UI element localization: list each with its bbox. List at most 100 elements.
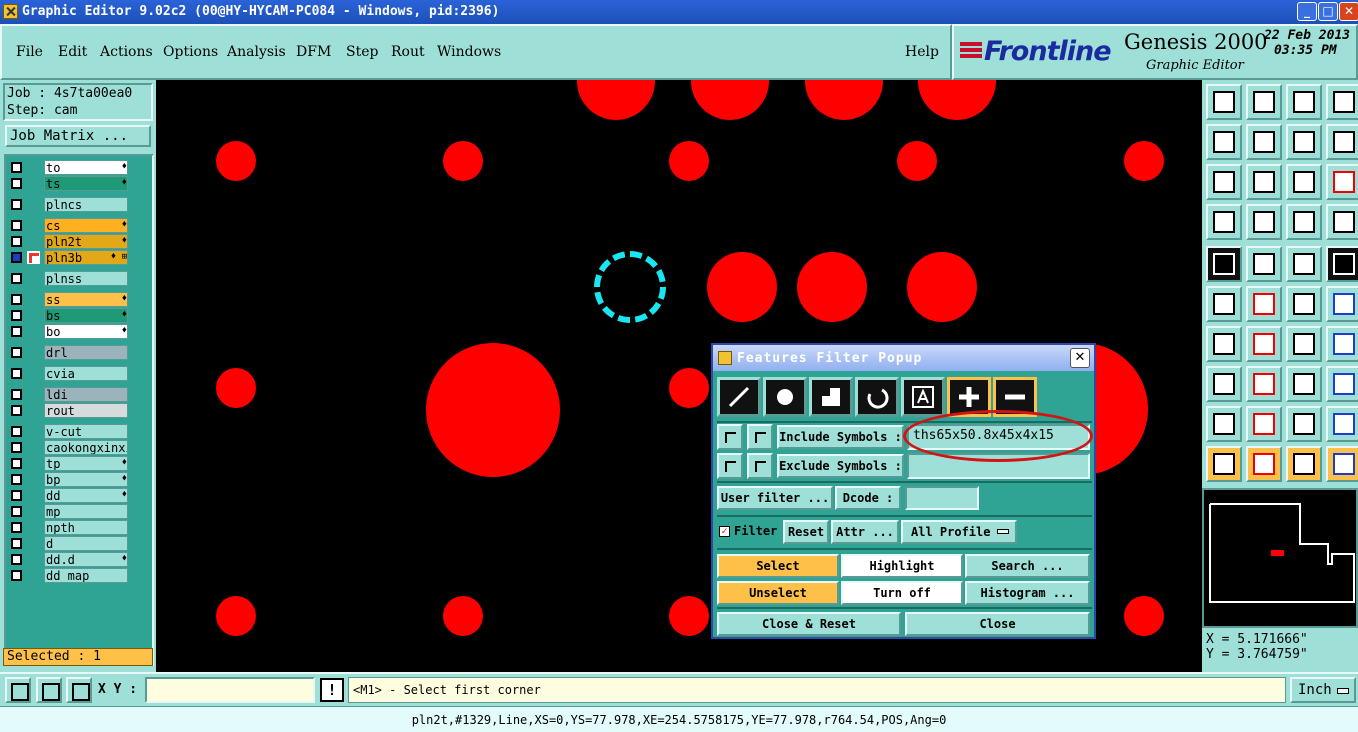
peak-blue-icon[interactable] [1286, 406, 1322, 442]
shapes-icon[interactable] [1326, 366, 1358, 402]
histogram-button[interactable]: Histogram ... [965, 581, 1090, 605]
highlight-button[interactable]: Highlight [841, 554, 963, 578]
right-icon[interactable] [1246, 124, 1282, 160]
arc-icon[interactable] [855, 377, 899, 417]
measure-icon[interactable] [36, 677, 62, 703]
close-button[interactable]: Close [905, 612, 1090, 636]
filter-checkbox-icon[interactable]: ✓ [719, 526, 730, 537]
layer-checkbox[interactable] [11, 389, 22, 400]
layer-checkbox[interactable] [11, 554, 22, 565]
center-icon[interactable] [1246, 164, 1282, 200]
layer-checkbox[interactable] [11, 294, 22, 305]
minimize-button[interactable]: _ [1297, 2, 1317, 21]
maximize-button[interactable]: □ [1318, 2, 1338, 21]
distribute-icon[interactable] [1326, 326, 1358, 362]
layer-row[interactable]: ldi [8, 387, 130, 402]
scale-icon[interactable] [1286, 164, 1322, 200]
layer-name[interactable]: mp [44, 504, 128, 519]
layer-name[interactable]: cvia [44, 366, 128, 381]
layer-row[interactable]: bp ♦ [8, 472, 130, 487]
include-list-arrow-icon[interactable] [747, 424, 773, 450]
menu-windows[interactable]: Windows [437, 44, 501, 60]
query-icon[interactable] [1326, 164, 1358, 200]
alert-button[interactable]: ! [320, 678, 344, 702]
grid-icon[interactable] [1246, 204, 1282, 240]
pan-icon[interactable] [1326, 446, 1358, 482]
layer-name[interactable]: rout [44, 403, 128, 418]
measure-icon[interactable] [1286, 366, 1322, 402]
layer-row[interactable]: ss ♦ [8, 292, 130, 307]
layer-checkbox[interactable] [11, 220, 22, 231]
pointer-red-icon[interactable] [1246, 446, 1282, 482]
menu-step[interactable]: Step [346, 44, 378, 60]
layer-name[interactable]: pln2t [44, 234, 128, 249]
layer-checkbox[interactable] [11, 273, 22, 284]
layer-checkbox[interactable] [11, 178, 22, 189]
dcode-input[interactable] [905, 486, 979, 510]
slope-icon[interactable] [1206, 326, 1242, 362]
fit-icon[interactable] [1206, 164, 1242, 200]
layer-row[interactable]: pln2t ♦ [8, 234, 130, 249]
layer-row[interactable]: caokongxinxi [8, 440, 130, 455]
net2-icon[interactable] [1326, 204, 1358, 240]
layer-name[interactable]: d [44, 536, 128, 551]
black-icon[interactable] [1326, 246, 1358, 282]
move-icon[interactable] [1246, 84, 1282, 120]
undo-icon[interactable] [1286, 124, 1322, 160]
layer-name[interactable]: tp [44, 456, 128, 471]
layer-checkbox[interactable] [11, 368, 22, 379]
copy-icon[interactable] [1206, 84, 1242, 120]
close-window-button[interactable]: ✕ [1339, 2, 1358, 21]
menu-file[interactable]: File [16, 44, 43, 60]
layer-checkbox[interactable] [11, 405, 22, 416]
layer-name[interactable]: dd.d [44, 552, 128, 567]
close-reset-button[interactable]: Close & Reset [717, 612, 901, 636]
layer-row[interactable]: plnss [8, 271, 130, 286]
unselect-button[interactable]: Unselect [717, 581, 839, 605]
layer-checkbox[interactable] [11, 326, 22, 337]
reset-button[interactable]: Reset [783, 520, 829, 544]
layer-row[interactable]: tp ♦ [8, 456, 130, 471]
layer-name[interactable]: drl [44, 345, 128, 360]
layer-checkbox[interactable] [11, 474, 22, 485]
layer-checkbox[interactable] [11, 252, 22, 263]
align-icon[interactable] [1326, 124, 1358, 160]
layer-checkbox[interactable] [11, 199, 22, 210]
xy-input[interactable] [145, 677, 315, 703]
layer-row[interactable]: cvia [8, 366, 130, 381]
net-icon[interactable] [1286, 204, 1322, 240]
home-icon[interactable] [1286, 84, 1322, 120]
layer-checkbox[interactable] [11, 570, 22, 581]
layer-checkbox[interactable] [11, 347, 22, 358]
layer-checkbox[interactable] [11, 538, 22, 549]
pad-add-icon[interactable] [1206, 366, 1242, 402]
undo-arc-icon[interactable] [1286, 326, 1322, 362]
layer-checkbox[interactable] [11, 458, 22, 469]
pad-icon[interactable] [763, 377, 807, 417]
layer-row[interactable]: cs ♦ [8, 218, 130, 233]
select-icon[interactable] [1286, 446, 1322, 482]
menu-dfm[interactable]: DFM [296, 44, 331, 60]
layer-name[interactable]: v-cut [44, 424, 128, 439]
layer-name[interactable]: ts [44, 176, 128, 191]
profile-select[interactable]: All Profile [901, 520, 1017, 544]
layer-row[interactable]: pln3b ♦ ⊞ [8, 250, 130, 265]
layer-row[interactable]: drl [8, 345, 130, 360]
cross-icon[interactable] [1246, 286, 1282, 322]
layer-row[interactable]: bs ♦ [8, 308, 130, 323]
layer-checkbox[interactable] [11, 310, 22, 321]
arc-tool-icon[interactable] [1286, 286, 1322, 322]
ruler-icon[interactable] [1286, 246, 1322, 282]
layer-checkbox[interactable] [11, 522, 22, 533]
slope-red-icon[interactable] [1246, 326, 1282, 362]
layer-name[interactable]: bp [44, 472, 128, 487]
zoom-area-icon[interactable] [5, 677, 31, 703]
layer-row[interactable]: npth [8, 520, 130, 535]
filter-toggle[interactable]: ✓ Filter [719, 520, 777, 544]
menu-edit[interactable]: Edit [58, 44, 87, 60]
layer-name[interactable]: to [44, 160, 128, 175]
layer-row[interactable]: dd_map [8, 568, 130, 583]
layer-row[interactable]: ts ♦ [8, 176, 130, 191]
text-icon[interactable] [901, 377, 945, 417]
layer-name[interactable]: plncs [44, 197, 128, 212]
